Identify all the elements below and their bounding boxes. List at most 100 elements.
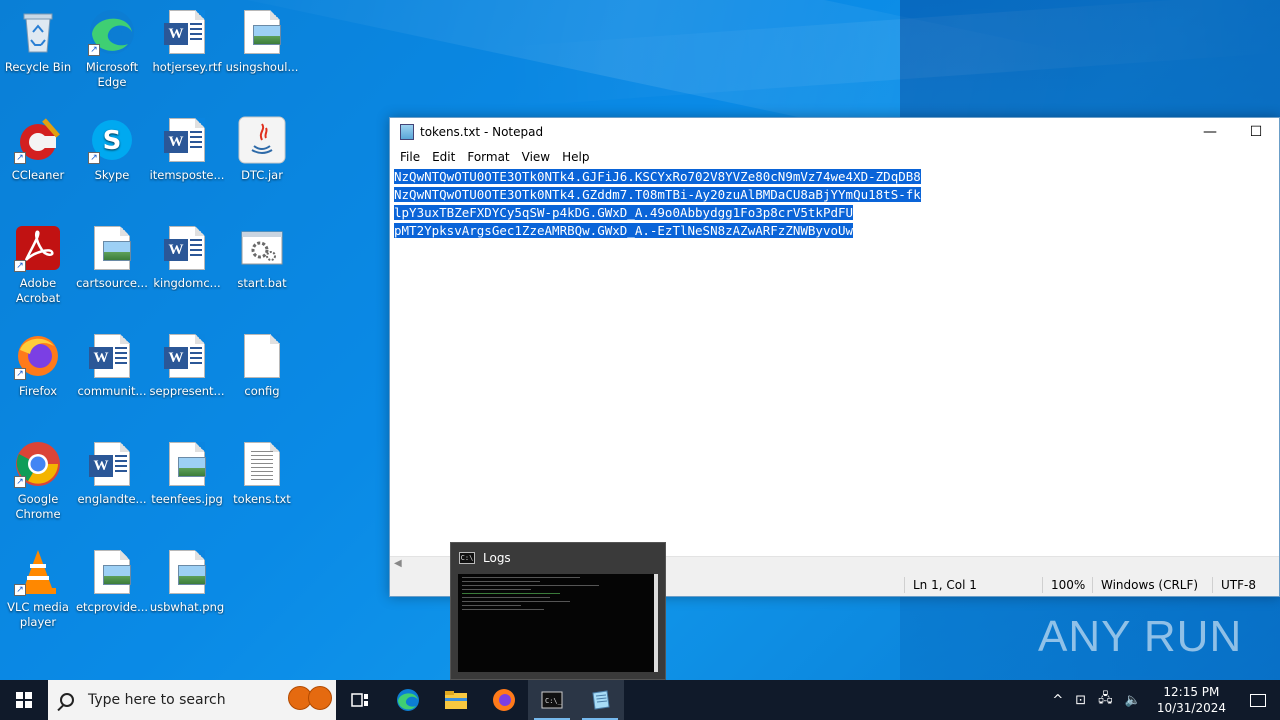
notification-center-button[interactable] [1236, 680, 1280, 720]
window-title: tokens.txt - Notepad [420, 125, 544, 139]
desktop-icon-etcprovide[interactable]: etcprovide... [74, 542, 150, 642]
shortcut-arrow-icon: ↗ [14, 368, 26, 380]
desktop-icon-config[interactable]: config [224, 326, 300, 426]
desktop-icon-usingshoul[interactable]: usingshoul... [224, 2, 300, 102]
task-view-button[interactable] [336, 680, 384, 720]
logs-window-preview[interactable]: C:\ Logs [450, 542, 666, 680]
clock-date: 10/31/2024 [1156, 701, 1226, 715]
notepad-window[interactable]: tokens.txt - Notepad — ☐ File Edit Forma… [389, 117, 1280, 597]
word-document-icon: W [88, 332, 136, 380]
vlc-icon: ↗ [14, 548, 62, 596]
shortcut-arrow-icon: ↗ [88, 152, 100, 164]
search-icon [60, 693, 74, 707]
meet-now-icon[interactable]: ⊡ [1069, 693, 1092, 708]
java-icon [238, 116, 286, 164]
cmd-icon: C:\_ [541, 691, 563, 709]
chevron-up-icon[interactable]: ^ [1046, 693, 1069, 708]
volume-icon[interactable]: 🔈 [1119, 693, 1147, 708]
taskbar-cmd[interactable]: C:\_ [528, 680, 576, 720]
title-bar[interactable]: tokens.txt - Notepad [390, 118, 1279, 146]
taskbar-edge[interactable] [384, 680, 432, 720]
scroll-left-icon[interactable]: ◀ [394, 558, 402, 569]
image-file-icon [163, 548, 211, 596]
skype-icon: S ↗ [88, 116, 136, 164]
desktop-icon-tokens-txt[interactable]: tokens.txt [224, 434, 300, 534]
desktop-icon-itemsposte[interactable]: W itemsposte... [149, 110, 225, 210]
image-file-icon [88, 548, 136, 596]
shortcut-arrow-icon: ↗ [14, 584, 26, 596]
menu-help[interactable]: Help [556, 150, 595, 164]
windows-logo-icon [16, 692, 32, 708]
system-tray: ^ ⊡ 🖧 🔈 12:15 PM 10/31/2024 [1046, 680, 1280, 720]
desktop-icon-skype[interactable]: S ↗ Skype [74, 110, 150, 210]
icon-label: usingshoul... [225, 60, 299, 74]
menu-file[interactable]: File [394, 150, 426, 164]
svg-text:S: S [103, 126, 122, 156]
desktop-icon-teenfees[interactable]: teenfees.jpg [149, 434, 225, 534]
line-ending: Windows (CRLF) [1092, 577, 1198, 593]
image-file-icon [163, 440, 211, 488]
icon-label: start.bat [237, 276, 287, 290]
firefox-icon: ↗ [14, 332, 62, 380]
maximize-button[interactable]: ☐ [1233, 118, 1279, 146]
taskbar-firefox[interactable] [480, 680, 528, 720]
desktop-icon-englandte[interactable]: W englandte... [74, 434, 150, 534]
desktop-icon-firefox[interactable]: ↗ Firefox [0, 326, 76, 426]
notepad-icon [400, 124, 414, 140]
clock[interactable]: 12:15 PM 10/31/2024 [1147, 684, 1236, 716]
desktop-icon-recycle-bin[interactable]: Recycle Bin [0, 2, 76, 102]
acrobat-icon: ↗ [14, 224, 62, 272]
minimize-button[interactable]: — [1187, 118, 1233, 146]
notepad-icon [592, 690, 610, 710]
taskbar-file-explorer[interactable] [432, 680, 480, 720]
menu-edit[interactable]: Edit [426, 150, 461, 164]
taskbar: Type here to search C:\_ ^ ⊡ 🖧 🔈 12:15 P… [0, 680, 1280, 720]
zoom-level: 100% [1042, 577, 1085, 593]
desktop-icon-kingdomc[interactable]: W kingdomc... [149, 218, 225, 318]
icon-label: kingdomc... [153, 276, 221, 290]
logs-title: Logs [483, 551, 511, 565]
icon-label: Skype [94, 168, 130, 182]
menu-format[interactable]: Format [461, 150, 515, 164]
desktop-icon-usbwhat[interactable]: usbwhat.png [149, 542, 225, 642]
icon-label: cartsource... [76, 276, 148, 290]
chrome-icon: ↗ [14, 440, 62, 488]
desktop-icon-cartsource[interactable]: cartsource... [74, 218, 150, 318]
desktop-icon-microsoft-edge[interactable]: ↗ Microsoft Edge [74, 2, 150, 102]
desktop-icon-communit[interactable]: W communit... [74, 326, 150, 426]
taskbar-search-box[interactable]: Type here to search [48, 680, 336, 720]
menu-view[interactable]: View [516, 150, 556, 164]
shortcut-arrow-icon: ↗ [14, 152, 26, 164]
blank-file-icon [238, 332, 286, 380]
icon-label: teenfees.jpg [151, 492, 223, 506]
text-file-icon [238, 440, 286, 488]
desktop-icon-hotjersey[interactable]: W hotjersey.rtf [149, 2, 225, 102]
icon-label: seppresent... [149, 384, 225, 398]
desktop-icon-dtc-jar[interactable]: DTC.jar [224, 110, 300, 210]
word-document-icon: W [163, 332, 211, 380]
cmd-icon: C:\ [459, 552, 475, 564]
ccleaner-icon: ↗ [14, 116, 62, 164]
desktop-icon-ccleaner[interactable]: ↗ CCleaner [0, 110, 76, 210]
icon-label: Adobe Acrobat [15, 276, 61, 305]
desktop-icon-start-bat[interactable]: start.bat [224, 218, 300, 318]
icon-label: itemsposte... [149, 168, 225, 182]
desktop-icon-google-chrome[interactable]: ↗ Google Chrome [0, 434, 76, 534]
notification-icon [1250, 693, 1266, 707]
desktop-icon-adobe-acrobat[interactable]: ↗ Adobe Acrobat [0, 218, 76, 318]
icon-label: communit... [77, 384, 147, 398]
network-icon[interactable]: 🖧 [1092, 689, 1119, 711]
icon-label: etcprovide... [75, 600, 149, 614]
desktop-icon-seppresent[interactable]: W seppresent... [149, 326, 225, 426]
start-button[interactable] [0, 680, 48, 720]
recycle-bin-icon [14, 8, 62, 56]
text-line: pMT2YpksvArgsGec1ZzeAMRBQw.GWxD_A.-EzTlN… [394, 223, 854, 238]
taskbar-notepad[interactable] [576, 680, 624, 720]
shortcut-arrow-icon: ↗ [14, 476, 26, 488]
word-document-icon: W [163, 224, 211, 272]
desktop-icon-vlc[interactable]: ↗ VLC media player [0, 542, 76, 642]
icon-label: VLC media player [7, 600, 69, 629]
anyrun-watermark: ANY RUN [1038, 612, 1243, 661]
text-editor[interactable]: NzQwNTQwOTU0OTE3OTk0NTk4.GJFiJ6.KSCYxRo7… [390, 168, 1279, 556]
console-thumbnail [458, 574, 658, 672]
